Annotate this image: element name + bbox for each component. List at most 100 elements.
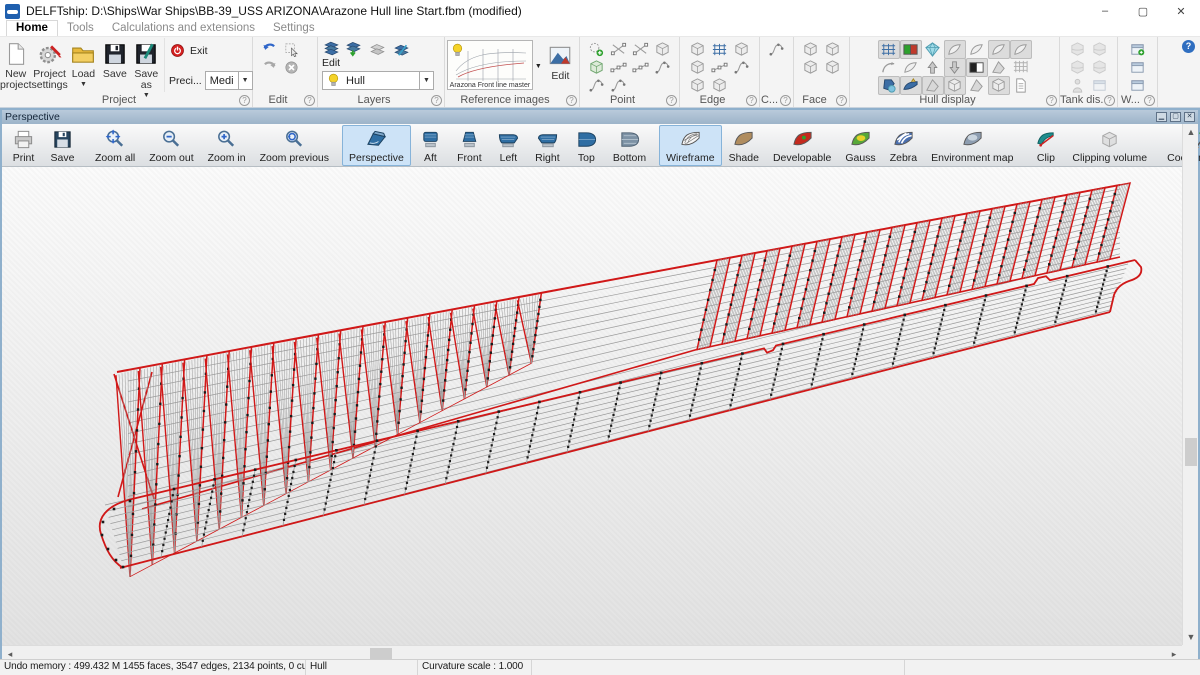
ribbon-point-ring1-button[interactable] (652, 58, 674, 77)
ribbon-group-hull-display-help-icon[interactable]: ? (1046, 95, 1057, 106)
dropdown-arrow-icon[interactable]: ▼ (80, 81, 87, 88)
toolbar-perspective-button[interactable]: Perspective (342, 125, 411, 166)
ribbon-point-cube-button[interactable] (652, 40, 674, 59)
ribbon-layer-add-button[interactable] (342, 40, 364, 59)
toolbar-zoom-previous-button[interactable]: Zoom previous (253, 125, 336, 166)
ribbon-layer-pen-button[interactable] (390, 40, 412, 59)
ribbon-hd-arc-button[interactable] (878, 58, 900, 77)
ribbon-point-chain-button[interactable] (630, 58, 652, 77)
ribbon-save-button[interactable]: Save (99, 38, 130, 92)
menu-tab-home[interactable]: Home (6, 20, 58, 36)
ribbon-edge-axis-button[interactable] (687, 76, 709, 95)
ribbon-hd-shell3-button[interactable] (988, 40, 1010, 59)
ribbon-win-new-button[interactable] (1127, 40, 1149, 59)
toolbar-gauss-button[interactable]: Gauss (838, 125, 882, 166)
toolbar-wireframe-button[interactable]: Wireframe (659, 125, 721, 166)
toolbar-clipping-volume-button[interactable]: Clipping volume (1065, 125, 1154, 166)
minimize-button[interactable]: – (1086, 0, 1124, 22)
ribbon-edge-box-button[interactable] (731, 40, 753, 59)
hull-wireframe-canvas[interactable] (2, 167, 1182, 645)
precision-dropdown[interactable]: Medi▼ (205, 71, 253, 90)
ribbon-group-window-help-icon[interactable]: ? (1144, 95, 1155, 106)
ribbon-hd-flags-button[interactable] (900, 40, 922, 59)
ribbon-new-project-button[interactable]: New project (0, 38, 32, 92)
ribbon-tank-3-button[interactable] (1067, 58, 1089, 77)
ribbon-win-cascade-button[interactable] (1127, 76, 1149, 95)
reference-dropdown-arrow-icon[interactable]: ▼ (533, 63, 544, 70)
ribbon-edge-crease-button[interactable] (709, 40, 731, 59)
ribbon-project-settings-button[interactable]: Project settings (32, 38, 68, 92)
toolbar-zoom-in-button[interactable]: Zoom in (201, 125, 253, 166)
ribbon-point-project-button[interactable] (630, 40, 652, 59)
ribbon-group-point-help-icon[interactable]: ? (666, 95, 677, 106)
toolbar-zoom-out-button[interactable]: Zoom out (142, 125, 200, 166)
ribbon-save-as-button[interactable]: Save as▼ (131, 38, 162, 92)
ribbon-point-insert-button[interactable] (586, 58, 608, 77)
toolbar-zoom-all-button[interactable]: Zoom all (88, 125, 142, 166)
ribbon-curve-fair-button[interactable] (766, 40, 788, 59)
viewport-maximize-icon[interactable]: ▢ (1170, 112, 1181, 122)
toolbar-left-button[interactable]: Left (489, 125, 528, 166)
ribbon-hd-cubes-button[interactable] (988, 76, 1010, 95)
maximize-button[interactable]: ▢ (1124, 0, 1162, 22)
toolbar-save-button[interactable]: Save (43, 125, 82, 166)
ribbon-tank-1-button[interactable] (1067, 40, 1089, 59)
menu-tab-calculations-and-extensions[interactable]: Calculations and extensions (103, 21, 264, 36)
ribbon-hd-wedge1-button[interactable] (988, 58, 1010, 77)
help-icon[interactable]: ? (1182, 40, 1195, 53)
ribbon-redo-button[interactable] (258, 58, 280, 77)
ribbon-face-mirror-button[interactable] (822, 58, 844, 77)
toolbar-clip-button[interactable]: Clip (1026, 125, 1065, 166)
ribbon-group-reference-images-help-icon[interactable]: ? (566, 95, 577, 106)
ribbon-group-face-help-icon[interactable]: ? (836, 95, 847, 106)
ribbon-tank-6-button[interactable] (1089, 76, 1111, 95)
ribbon-face-cube-button[interactable] (800, 58, 822, 77)
ribbon-undo-button[interactable] (258, 40, 280, 59)
viewport-close-icon[interactable]: ✕ (1184, 112, 1195, 122)
toolbar-environment-map-button[interactable]: Environment map (924, 125, 1020, 166)
ribbon-group-tank-display-help-icon[interactable]: ? (1104, 95, 1115, 106)
toolbar-top-button[interactable]: Top (567, 125, 606, 166)
ribbon-hd-cube-button[interactable] (944, 76, 966, 95)
viewport-caption-bar[interactable]: Perspective ▁ ▢ ✕ (2, 110, 1198, 124)
ribbon-point-intersect-button[interactable] (608, 40, 630, 59)
ribbon-exit-button[interactable]: Exit (169, 42, 248, 59)
vertical-scroll-thumb[interactable] (1185, 438, 1197, 466)
ribbon-hd-shell5-button[interactable] (900, 58, 922, 77)
ribbon-win-tile-button[interactable] (1127, 58, 1149, 77)
ribbon-hd-doc-button[interactable] (1010, 76, 1032, 95)
ribbon-tank-4-button[interactable] (1089, 58, 1111, 77)
scroll-down-icon[interactable]: ▼ (1183, 629, 1199, 645)
ribbon-group-project-help-icon[interactable]: ? (239, 95, 250, 106)
ribbon-tank-2-button[interactable] (1089, 40, 1111, 59)
toolbar-print-button[interactable]: Print (4, 125, 43, 166)
menu-tab-tools[interactable]: Tools (58, 21, 103, 36)
ribbon-edge-split-button[interactable] (709, 58, 731, 77)
vertical-scrollbar[interactable]: ▲ ▼ (1182, 124, 1198, 645)
ribbon-hd-arrow-dn-button[interactable] (944, 58, 966, 77)
scroll-up-icon[interactable]: ▲ (1183, 124, 1199, 140)
ribbon-hd-shape-button[interactable] (966, 76, 988, 95)
ribbon-edge-cube2-button[interactable] (687, 58, 709, 77)
reference-image-thumbnail[interactable]: Arazona Front line master (447, 40, 533, 90)
ribbon-point-add-button[interactable] (586, 40, 608, 59)
ribbon-point-ring2-button[interactable] (586, 76, 608, 95)
ribbon-group-layers-help-icon[interactable]: ? (431, 95, 442, 106)
toolbar-developable-button[interactable]: Developable (766, 125, 838, 166)
reference-edit-button[interactable]: Edit (544, 40, 577, 82)
ribbon-load-button[interactable]: Load▼ (68, 38, 99, 92)
ribbon-edge-curve-button[interactable] (731, 58, 753, 77)
ribbon-edge-extrude-button[interactable] (687, 40, 709, 59)
ribbon-group-edge-help-icon[interactable]: ? (746, 95, 757, 106)
ribbon-hd-shell1-button[interactable] (944, 40, 966, 59)
ribbon-hd-gem-button[interactable] (922, 40, 944, 59)
ribbon-hd-drop-button[interactable] (878, 76, 900, 95)
ribbon-group-edit-help-icon[interactable]: ? (304, 95, 315, 106)
menu-tab-settings[interactable]: Settings (264, 21, 324, 36)
ribbon-layers-edit-button[interactable]: Edit (322, 40, 340, 69)
ribbon-hd-shell2-button[interactable] (966, 40, 988, 59)
ribbon-select-button[interactable] (280, 40, 302, 59)
ribbon-hd-boat-button[interactable] (900, 76, 922, 95)
ribbon-hd-shell4-button[interactable] (1010, 40, 1032, 59)
viewport-minimize-icon[interactable]: ▁ (1156, 112, 1167, 122)
